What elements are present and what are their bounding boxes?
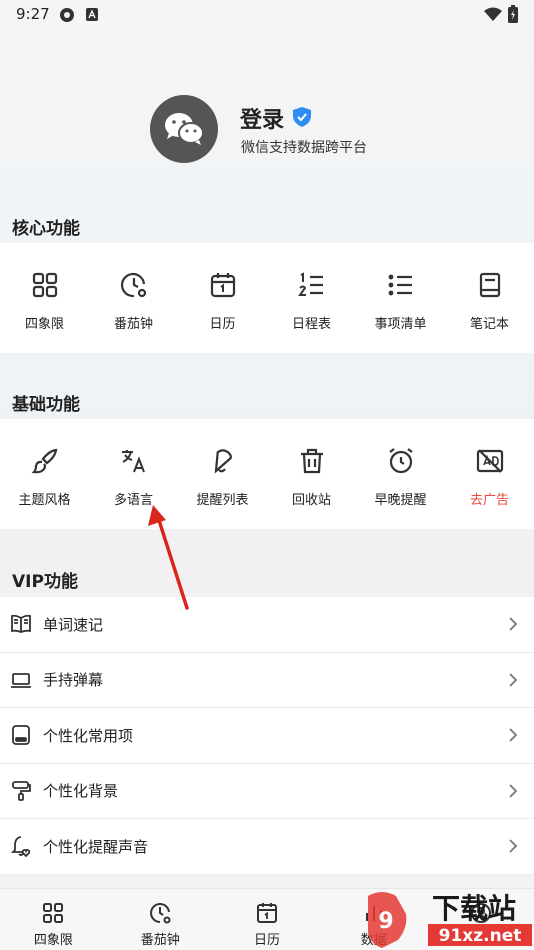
vip-item-label: 个性化提醒声音 bbox=[43, 837, 149, 856]
basic-item-recycle-bin[interactable]: 回收站 bbox=[267, 419, 356, 529]
core-item-label: 日程表 bbox=[291, 317, 331, 332]
watermark-logo: 9 下载站 91xz.net bbox=[368, 892, 532, 948]
vip-item-label: 手持弹幕 bbox=[43, 671, 104, 690]
wifi-icon bbox=[484, 7, 502, 21]
tab-calendar[interactable]: 日历 bbox=[214, 889, 321, 950]
watermark-domain: 91xz.net bbox=[439, 926, 522, 946]
core-item-notebook[interactable]: 笔记本 bbox=[445, 243, 534, 353]
chevron-right-icon bbox=[509, 728, 518, 742]
profile-header[interactable]: 登录 微信支持数据跨平台 bbox=[0, 90, 534, 170]
status-time: 9:27 bbox=[16, 5, 50, 23]
chevron-right-icon bbox=[509, 839, 518, 853]
tab-label: 日历 bbox=[253, 933, 280, 948]
basic-item-label: 去广告 bbox=[469, 493, 509, 508]
core-item-calendar[interactable]: 日历 bbox=[178, 243, 267, 353]
basic-item-label: 早晚提醒 bbox=[374, 493, 427, 508]
vip-item-label: 个性化背景 bbox=[43, 782, 119, 801]
wechat-icon bbox=[165, 113, 204, 145]
vip-section-title: VIP功能 bbox=[12, 572, 78, 592]
verified-badge-icon bbox=[293, 107, 311, 127]
chevron-right-icon bbox=[509, 673, 518, 687]
book-open-icon bbox=[11, 615, 31, 634]
login-subtitle: 微信支持数据跨平台 bbox=[241, 140, 367, 156]
basic-item-theme[interactable]: 主题风格 bbox=[0, 419, 89, 529]
bell-heart-icon bbox=[10, 836, 31, 858]
basic-item-morning-evening[interactable]: 早晚提醒 bbox=[356, 419, 445, 529]
vip-list: 单词速记 手持弹幕 个性化常用项 个性化背景 个性化提醒声音 bbox=[0, 597, 534, 875]
core-section-title: 核心功能 bbox=[12, 219, 80, 239]
paint-roller-icon bbox=[12, 780, 31, 801]
vip-item-word-memorize[interactable]: 单词速记 bbox=[0, 597, 534, 653]
brush-icon bbox=[31, 448, 57, 474]
calendar-icon bbox=[256, 903, 277, 923]
basic-item-label: 提醒列表 bbox=[196, 493, 249, 508]
avatar[interactable] bbox=[150, 95, 218, 163]
core-item-label: 番茄钟 bbox=[113, 317, 153, 332]
core-item-label: 日历 bbox=[209, 317, 236, 332]
translate-icon bbox=[121, 450, 145, 473]
tab-label: 四象限 bbox=[33, 933, 73, 948]
ad-off-icon bbox=[476, 449, 503, 473]
vip-item-label: 个性化常用项 bbox=[43, 726, 134, 745]
core-item-label: 四象限 bbox=[24, 317, 64, 332]
vip-item-custom-background[interactable]: 个性化背景 bbox=[0, 764, 534, 819]
alarm-icon bbox=[388, 448, 413, 474]
vip-item-label: 单词速记 bbox=[43, 615, 104, 634]
list-icon bbox=[388, 274, 412, 296]
core-grid: 四象限 番茄钟 日历 日程表 事项清单 笔记本 bbox=[0, 243, 534, 353]
core-item-schedule[interactable]: 日程表 bbox=[267, 243, 356, 353]
clock-icon bbox=[120, 272, 146, 298]
numbered-list-icon bbox=[297, 272, 323, 296]
keyboard-a-icon bbox=[86, 8, 98, 21]
sync-icon bbox=[60, 8, 74, 22]
status-bar: 9:27 bbox=[0, 0, 534, 30]
clock-icon bbox=[150, 903, 171, 924]
core-item-label: 事项清单 bbox=[374, 317, 427, 332]
phone-frame-icon bbox=[12, 725, 30, 746]
core-item-task-list[interactable]: 事项清单 bbox=[356, 243, 445, 353]
chevron-right-icon bbox=[509, 784, 518, 798]
vip-item-handheld-barrage[interactable]: 手持弹幕 bbox=[0, 653, 534, 708]
watermark-text: 下载站 bbox=[432, 892, 516, 925]
chevron-right-icon bbox=[509, 617, 518, 631]
basic-grid: 主题风格 多语言 提醒列表 回收站 早晚提醒 去广告 bbox=[0, 419, 534, 529]
trash-icon bbox=[300, 448, 323, 474]
core-item-label: 笔记本 bbox=[469, 317, 509, 332]
tab-pomodoro[interactable]: 番茄钟 bbox=[107, 889, 214, 950]
basic-item-label: 回收站 bbox=[291, 493, 331, 508]
basic-section-title: 基础功能 bbox=[12, 395, 80, 415]
grid-icon bbox=[43, 903, 64, 923]
battery-icon bbox=[508, 5, 518, 23]
basic-item-remove-ads[interactable]: 去广告 bbox=[445, 419, 534, 529]
calendar-icon bbox=[210, 273, 235, 298]
tab-quadrant[interactable]: 四象限 bbox=[0, 889, 107, 950]
vip-item-custom-reminder-sound[interactable]: 个性化提醒声音 bbox=[0, 819, 534, 875]
core-item-pomodoro[interactable]: 番茄钟 bbox=[89, 243, 178, 353]
laptop-icon bbox=[11, 672, 31, 688]
notebook-icon bbox=[479, 272, 500, 298]
basic-item-label: 主题风格 bbox=[18, 493, 71, 508]
vip-item-custom-shortcuts[interactable]: 个性化常用项 bbox=[0, 708, 534, 764]
core-item-quadrant[interactable]: 四象限 bbox=[0, 243, 89, 353]
tab-label: 番茄钟 bbox=[140, 933, 180, 948]
grid-icon bbox=[32, 272, 57, 298]
login-title[interactable]: 登录 bbox=[240, 102, 284, 134]
svg-text:9: 9 bbox=[378, 909, 393, 934]
annotation-arrow bbox=[148, 505, 189, 610]
bell-icon bbox=[214, 449, 232, 474]
